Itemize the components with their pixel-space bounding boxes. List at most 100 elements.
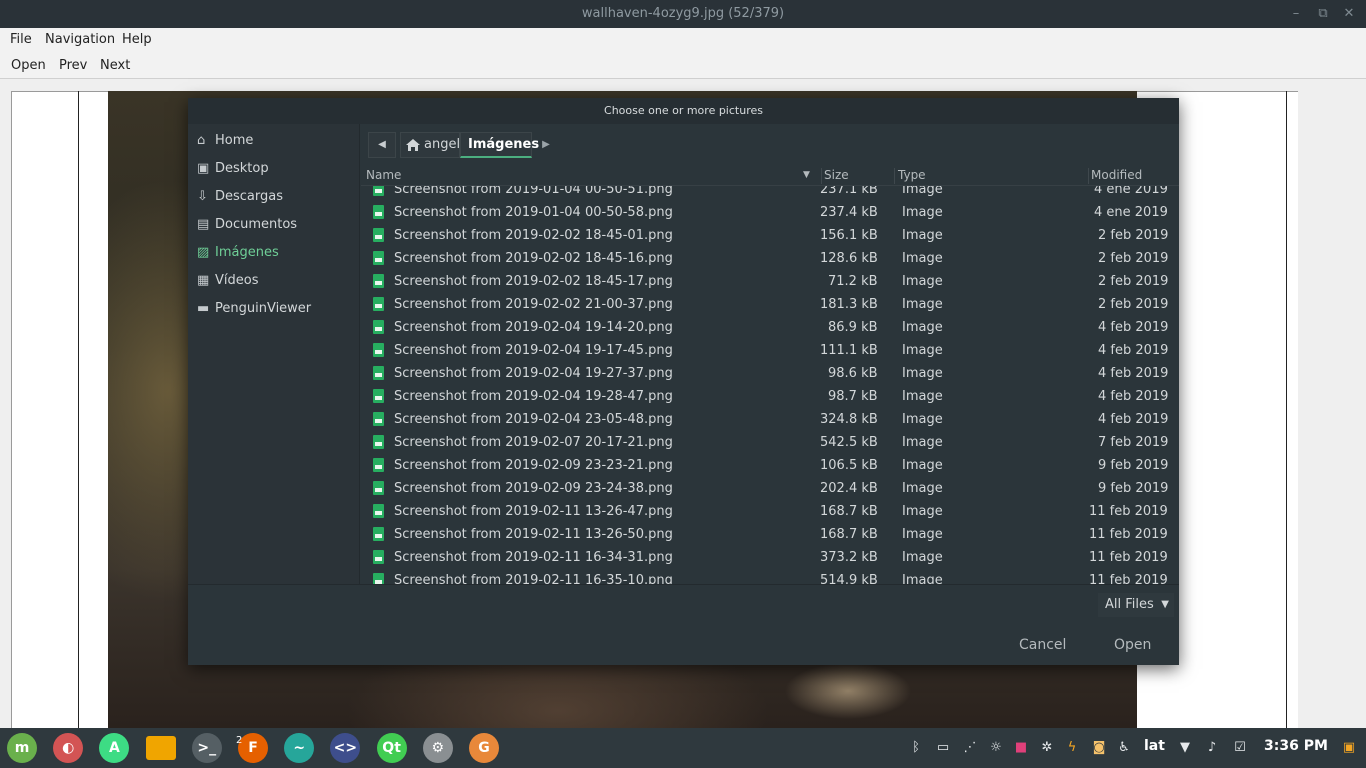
- clipboard-manager-icon[interactable]: ◙: [1090, 739, 1108, 757]
- image-file-icon: [373, 228, 384, 242]
- file-size: 168.7 kB: [820, 504, 878, 519]
- prev-button[interactable]: Prev: [59, 58, 87, 73]
- sidebar-item-v-deos[interactable]: ▦ Vídeos: [197, 269, 357, 293]
- wifi-icon[interactable]: ▼: [1176, 739, 1194, 757]
- file-size: 106.5 kB: [820, 458, 878, 473]
- file-row[interactable]: Screenshot from 2019-02-04 19-14-20.png 8…: [361, 316, 1179, 339]
- file-row[interactable]: Screenshot from 2019-02-02 21-00-37.png 1…: [361, 293, 1179, 316]
- jetbrains-toolbox-icon[interactable]: ■: [1012, 739, 1030, 757]
- gimp-icon[interactable]: G: [469, 733, 499, 763]
- file-size: 324.8 kB: [820, 412, 878, 427]
- column-modified[interactable]: Modified: [1091, 168, 1142, 182]
- file-modified: 9 feb 2019: [1098, 481, 1169, 496]
- open-button[interactable]: Open: [11, 58, 46, 73]
- file-modified: 4 ene 2019: [1094, 186, 1168, 197]
- notifications-icon[interactable]: ▣: [1340, 739, 1358, 757]
- close-icon[interactable]: ✕: [1340, 5, 1358, 23]
- tasks-check-icon[interactable]: ☑: [1231, 739, 1249, 757]
- system-monitor-icon[interactable]: ~: [284, 733, 315, 763]
- clock[interactable]: 3:36 PM: [1264, 738, 1328, 754]
- android-studio-icon[interactable]: A: [99, 733, 130, 763]
- column-name[interactable]: Name: [366, 168, 401, 182]
- path-current-button[interactable]: Imágenes: [460, 132, 539, 158]
- file-size: 542.5 kB: [820, 435, 878, 450]
- bluetooth-icon[interactable]: ᛒ: [907, 739, 925, 757]
- sidebar-item-penguinviewer[interactable]: ▬ PenguinViewer: [197, 297, 357, 321]
- image-file-icon: [373, 251, 384, 265]
- column-size[interactable]: Size: [824, 168, 849, 182]
- file-size: 111.1 kB: [820, 343, 878, 358]
- menu-file[interactable]: File: [10, 32, 32, 47]
- file-row[interactable]: Screenshot from 2019-02-07 20-17-21.png 5…: [361, 431, 1179, 454]
- file-row[interactable]: Screenshot from 2019-01-04 00-50-58.png 2…: [361, 201, 1179, 224]
- minimize-icon[interactable]: –: [1287, 5, 1305, 23]
- sidebar-item-documentos[interactable]: ▤ Documentos: [197, 213, 357, 237]
- settings-icon[interactable]: ⚙: [422, 733, 453, 763]
- path-back-button[interactable]: ◀: [368, 132, 396, 158]
- mint-menu-icon[interactable]: m: [7, 733, 37, 763]
- divider: [78, 91, 79, 728]
- volume-icon[interactable]: ♪: [1203, 739, 1221, 757]
- terminal-icon[interactable]: >_: [191, 733, 222, 763]
- file-row[interactable]: Screenshot from 2019-02-11 13-26-50.png 1…: [361, 523, 1179, 546]
- file-type: Image: [902, 481, 943, 496]
- file-row[interactable]: Screenshot from 2019-02-04 23-05-48.png 3…: [361, 408, 1179, 431]
- menu-help[interactable]: Help: [122, 32, 152, 47]
- file-type-filter[interactable]: All Files ▼: [1098, 593, 1174, 617]
- network-activity-icon[interactable]: ⋰: [961, 739, 979, 757]
- file-size: 98.6 kB: [828, 366, 878, 381]
- sidebar-item-desktop[interactable]: ▣ Desktop: [197, 157, 357, 181]
- vscode-icon[interactable]: <>: [330, 733, 361, 763]
- file-row[interactable]: Screenshot from 2019-02-09 23-23-21.png 1…: [361, 454, 1179, 477]
- next-button[interactable]: Next: [100, 58, 130, 73]
- home-icon: ⌂: [197, 133, 206, 148]
- column-type[interactable]: Type: [898, 168, 926, 182]
- file-name: Screenshot from 2019-02-09 23-24-38.png: [394, 481, 673, 496]
- file-row[interactable]: Screenshot from 2019-02-04 19-28-47.png 9…: [361, 385, 1179, 408]
- display-icon[interactable]: ▭: [934, 739, 952, 757]
- cancel-button[interactable]: Cancel: [1019, 633, 1066, 657]
- file-row[interactable]: Screenshot from 2019-02-02 18-45-01.png 1…: [361, 224, 1179, 247]
- file-row[interactable]: Screenshot from 2019-01-04 00-50-51.png 2…: [361, 186, 1179, 201]
- path-home-button[interactable]: angel: [400, 132, 460, 158]
- power-icon[interactable]: ϟ: [1063, 739, 1081, 757]
- restore-icon[interactable]: ⧉: [1314, 5, 1332, 23]
- image-file-icon: [373, 550, 384, 564]
- path-forward-button[interactable]: ▶: [534, 132, 558, 158]
- open-dialog-button[interactable]: Open: [1114, 633, 1151, 657]
- folder-icon: ▬: [197, 301, 210, 316]
- settings-gear-icon[interactable]: ✲: [1038, 739, 1056, 757]
- sidebar-item-home[interactable]: ⌂ Home: [197, 129, 357, 153]
- file-type: Image: [902, 366, 943, 381]
- accessibility-icon[interactable]: ♿: [1115, 739, 1133, 757]
- file-modified: 4 feb 2019: [1098, 320, 1169, 335]
- file-name: Screenshot from 2019-01-04 00-50-51.png: [394, 186, 673, 197]
- file-row[interactable]: Screenshot from 2019-02-11 16-35-10.png 5…: [361, 569, 1179, 584]
- file-row[interactable]: Screenshot from 2019-02-09 23-24-38.png 2…: [361, 477, 1179, 500]
- file-row[interactable]: Screenshot from 2019-02-11 16-34-31.png 3…: [361, 546, 1179, 569]
- firefox-icon[interactable]: F2: [236, 733, 268, 763]
- sidebar-item-label: Descargas: [215, 189, 284, 204]
- file-name: Screenshot from 2019-02-04 19-17-45.png: [394, 343, 673, 358]
- keyboard-layout[interactable]: lat: [1144, 738, 1165, 754]
- file-row[interactable]: Screenshot from 2019-02-04 19-17-45.png 1…: [361, 339, 1179, 362]
- file-size: 71.2 kB: [828, 274, 878, 289]
- file-row[interactable]: Screenshot from 2019-02-02 18-45-17.png 7…: [361, 270, 1179, 293]
- qt-creator-icon[interactable]: Qt: [376, 733, 407, 763]
- sort-desc-icon[interactable]: ▼: [803, 170, 810, 180]
- file-row[interactable]: Screenshot from 2019-02-11 13-26-47.png 1…: [361, 500, 1179, 523]
- file-row[interactable]: Screenshot from 2019-02-04 19-27-37.png 9…: [361, 362, 1179, 385]
- lightbulb-icon[interactable]: ☼: [987, 739, 1005, 757]
- file-row[interactable]: Screenshot from 2019-02-02 18-45-16.png 1…: [361, 247, 1179, 270]
- files-icon[interactable]: [145, 736, 176, 760]
- file-modified: 11 feb 2019: [1089, 550, 1168, 565]
- file-type: Image: [902, 435, 943, 450]
- file-modified: 4 feb 2019: [1098, 389, 1169, 404]
- sidebar-item-descargas[interactable]: ⇩ Descargas: [197, 185, 357, 209]
- menu-navigation[interactable]: Navigation: [45, 32, 115, 47]
- toggle-app-icon[interactable]: ◐: [53, 733, 84, 763]
- sidebar-item-im-genes[interactable]: ▨ Imágenes: [197, 241, 357, 265]
- file-name: Screenshot from 2019-02-09 23-23-21.png: [394, 458, 673, 473]
- image-file-icon: [373, 205, 384, 219]
- sidebar-item-label: Imágenes: [215, 245, 279, 260]
